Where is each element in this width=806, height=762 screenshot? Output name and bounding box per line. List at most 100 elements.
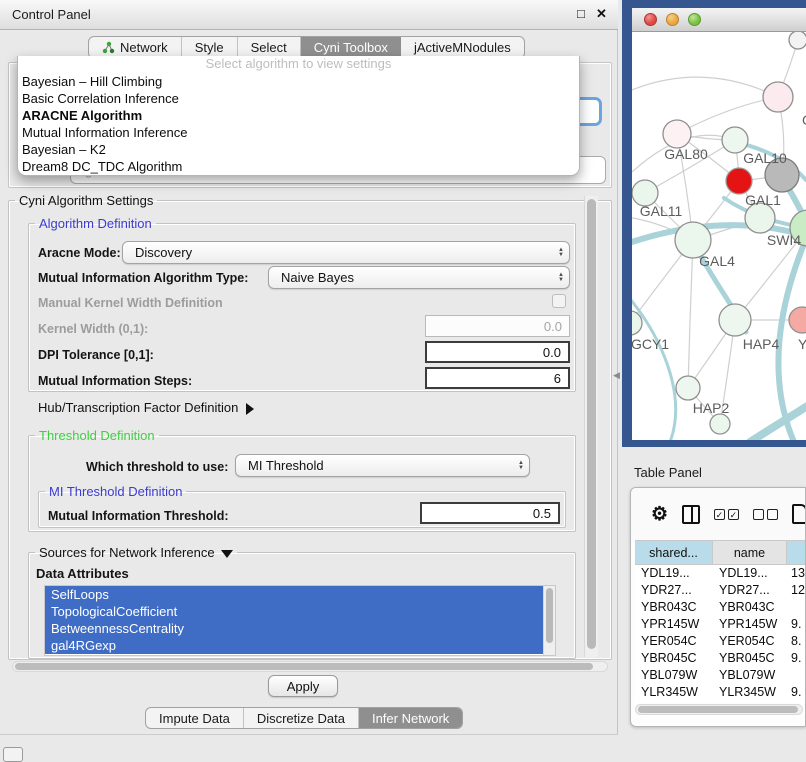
- settings-horizontal-scrollbar[interactable]: [12, 661, 608, 672]
- node-label-gal11: GAL11: [640, 203, 683, 219]
- algo-item-mutual-information[interactable]: Mutual Information Inference: [18, 124, 579, 141]
- control-panel-titlebar: Control Panel □ ✕: [0, 0, 618, 30]
- close-window-icon[interactable]: [644, 13, 657, 26]
- data-attributes-label: Data Attributes: [36, 566, 129, 581]
- network-node-hap4[interactable]: [719, 304, 751, 336]
- list-item-gal4rgexp[interactable]: gal4RGexp: [45, 637, 555, 654]
- tab-discretize-data[interactable]: Discretize Data: [244, 708, 359, 728]
- mi-type-combobox[interactable]: Naive Bayes ▲▼: [268, 266, 570, 289]
- list-item-betweennesscentrality[interactable]: BetweennessCentrality: [45, 620, 555, 637]
- table-toolbar: ⚙ ✓✓: [631, 488, 806, 540]
- network-node[interactable]: [789, 32, 806, 49]
- table-body: YDL19...YDL19...13 YDR27...YDR27...12 YB…: [635, 565, 806, 703]
- network-node-red[interactable]: [726, 168, 752, 194]
- network-icon: [102, 41, 115, 54]
- tab-infer-network[interactable]: Infer Network: [359, 708, 462, 728]
- mi-threshold-label: Mutual Information Threshold:: [48, 509, 229, 523]
- table-row[interactable]: YLR345WYLR345W9.: [635, 684, 806, 701]
- node-label-gal-partial: GAL: [802, 112, 806, 128]
- table-row[interactable]: YDR27...YDR27...12: [635, 582, 806, 599]
- network-view-frame: GAL GAL80 GAL10 GAL1 GAL11 SWI4 GAL4 GCY…: [622, 0, 806, 447]
- network-graph: GAL GAL80 GAL10 GAL1 GAL11 SWI4 GAL4 GCY…: [632, 32, 806, 440]
- node-label-hap2: HAP2: [693, 400, 730, 416]
- mi-threshold-field[interactable]: 0.5: [420, 502, 560, 524]
- kernel-width-label: Kernel Width (0,1):: [38, 322, 148, 336]
- zoom-window-icon[interactable]: [688, 13, 701, 26]
- network-node-salmon[interactable]: [789, 307, 806, 333]
- hub-definition-expander[interactable]: Hub/Transcription Factor Definition: [38, 400, 254, 415]
- column-header-partial[interactable]: [787, 541, 806, 564]
- mi-threshold-definition-title: MI Threshold Definition: [45, 484, 186, 499]
- column-header-shared[interactable]: shared...: [635, 541, 713, 564]
- stepper-arrows-icon: ▲▼: [513, 461, 529, 471]
- column-layout-icon[interactable]: [682, 505, 700, 524]
- hide-columns-icon[interactable]: [753, 509, 778, 520]
- algorithm-dropdown-popup: Select algorithm to view settings Bayesi…: [17, 56, 580, 176]
- network-node-gal80[interactable]: [663, 120, 691, 148]
- table-row[interactable]: YDL19...YDL19...13: [635, 565, 806, 582]
- settings-group-title: Cyni Algorithm Settings: [15, 193, 157, 208]
- tab-impute-data[interactable]: Impute Data: [146, 708, 244, 728]
- node-label-hap4: HAP4: [743, 336, 780, 352]
- network-window-titlebar[interactable]: [632, 8, 806, 32]
- mi-type-label: Mutual Information Algorithm Type:: [38, 271, 248, 285]
- stepper-arrows-icon: ▲▼: [553, 248, 569, 258]
- network-node[interactable]: [763, 82, 793, 112]
- tab-jactivemnodules[interactable]: jActiveMNodules: [401, 37, 524, 58]
- stepper-arrows-icon: ▲▼: [553, 273, 569, 283]
- list-item-topologicalcoefficient[interactable]: TopologicalCoefficient: [45, 603, 555, 620]
- algorithm-prompt: Select algorithm to view settings: [18, 56, 579, 73]
- algo-item-bayesian-hill[interactable]: Bayesian – Hill Climbing: [18, 73, 579, 90]
- minimize-window-icon[interactable]: [666, 13, 679, 26]
- network-node[interactable]: [710, 414, 730, 434]
- minimized-panel-icon[interactable]: [3, 747, 23, 762]
- mi-steps-field[interactable]: 6: [425, 367, 570, 389]
- table-row[interactable]: YER054CYER054C8.: [635, 633, 806, 650]
- network-node-hap2[interactable]: [676, 376, 700, 400]
- algo-item-bayesian-k2[interactable]: Bayesian – K2: [18, 141, 579, 158]
- which-threshold-combobox[interactable]: MI Threshold ▲▼: [235, 454, 530, 477]
- dpi-tolerance-field[interactable]: 0.0: [425, 341, 570, 363]
- table-row[interactable]: YPR145WYPR145W9.: [635, 616, 806, 633]
- algo-item-dream8[interactable]: Dream8 DC_TDC Algorithm: [18, 158, 579, 175]
- float-panel-icon[interactable]: □: [577, 6, 585, 21]
- close-panel-icon[interactable]: ✕: [596, 6, 607, 22]
- splitter-collapse-arrow[interactable]: ◀: [613, 370, 620, 381]
- export-table-icon[interactable]: [792, 504, 806, 524]
- tab-select[interactable]: Select: [238, 37, 301, 58]
- tab-style[interactable]: Style: [182, 37, 238, 58]
- data-attributes-list: SelfLoops TopologicalCoefficient Between…: [44, 585, 556, 656]
- settings-vertical-scrollbar[interactable]: [584, 196, 598, 657]
- column-header-name[interactable]: name: [713, 541, 787, 564]
- tab-cyni-toolbox[interactable]: Cyni Toolbox: [301, 37, 401, 58]
- table-row[interactable]: YIL052CYIL052C9: [635, 701, 806, 703]
- table-row[interactable]: YBR043CYBR043C: [635, 599, 806, 616]
- manual-kernel-label: Manual Kernel Width Definition: [38, 296, 223, 310]
- algo-item-aracne[interactable]: ARACNE Algorithm: [18, 107, 579, 124]
- tab-network[interactable]: Network: [89, 37, 182, 58]
- table-row[interactable]: YBR045CYBR045C9.: [635, 650, 806, 667]
- node-label-gal10: GAL10: [743, 150, 787, 166]
- table-header-row: shared... name: [635, 540, 806, 565]
- control-panel-window: Control Panel □ ✕ Network Style Select C…: [0, 0, 618, 735]
- gear-icon[interactable]: ⚙: [651, 505, 668, 524]
- list-item-selfloops[interactable]: SelfLoops: [45, 586, 555, 603]
- attr-list-scrollbar[interactable]: [543, 586, 555, 655]
- table-panel-title: Table Panel: [634, 465, 702, 480]
- show-columns-icon[interactable]: ✓✓: [714, 509, 739, 520]
- node-label-y-partial: Y: [798, 336, 806, 352]
- algo-item-basic-correlation[interactable]: Basic Correlation Inference: [18, 90, 579, 107]
- manual-kernel-checkbox[interactable]: [552, 294, 566, 308]
- node-label-swi4: SWI4: [767, 232, 801, 248]
- table-row[interactable]: YBL079WYBL079W: [635, 667, 806, 684]
- apply-button[interactable]: Apply: [268, 675, 338, 697]
- sources-group-title[interactable]: Sources for Network Inference: [35, 545, 237, 560]
- node-label-gcy1: GCY1: [632, 336, 669, 352]
- aracne-mode-combobox[interactable]: Discovery ▲▼: [122, 241, 570, 264]
- network-canvas[interactable]: GAL GAL80 GAL10 GAL1 GAL11 SWI4 GAL4 GCY…: [632, 32, 806, 440]
- kernel-width-field[interactable]: 0.0: [425, 315, 570, 337]
- node-label-gal80: GAL80: [664, 146, 708, 162]
- dpi-tolerance-label: DPI Tolerance [0,1]:: [38, 348, 154, 362]
- table-horizontal-scrollbar[interactable]: [635, 704, 803, 715]
- bottom-tabbar: Impute Data Discretize Data Infer Networ…: [145, 707, 463, 729]
